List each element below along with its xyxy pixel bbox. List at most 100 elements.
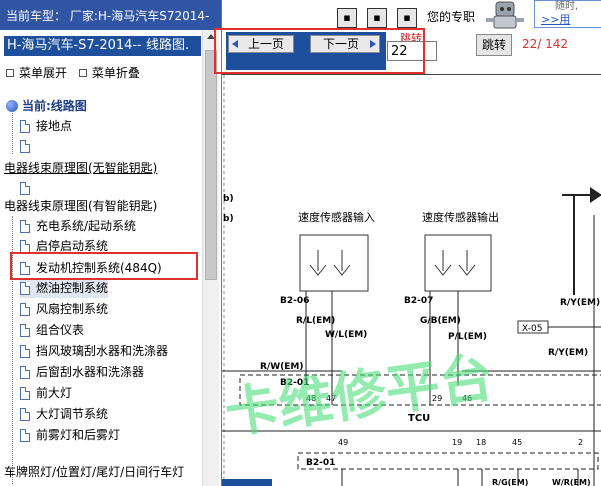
tree-item-label: 充电系统/起动系统 (36, 219, 137, 233)
wiring-diagram-svg: b) b) 速度传感器输入 速度传感器输出 B2-06 B2-07 R/L(EM… (222, 75, 601, 486)
left-panel: 当前车型： 厂家:H-海马汽车S72014- H-海马汽车-S7-2014-- … (0, 0, 221, 486)
toolbar-button-1[interactable]: ▪ (337, 8, 357, 28)
document-icon (20, 365, 30, 379)
tree-item-headlamp-leveling[interactable]: 大灯调节系统 (20, 404, 108, 424)
document-icon (20, 261, 30, 275)
collapse-icon (78, 68, 87, 77)
document-icon (20, 344, 30, 358)
next-page-button[interactable]: 下一页 (310, 35, 380, 53)
document-icon (20, 302, 30, 316)
tree-item-label: 风扇控制系统 (36, 302, 109, 316)
diagram-viewer: ▪ ▪ ▪ 您的专职 随时, >>用 上一页 下一页 跳转 22 跳转 22/ … (214, 0, 601, 486)
current-model-label: 当前车型： 厂家:H-海马汽车S72014- (6, 9, 210, 23)
login-link[interactable]: >>用 (541, 11, 570, 27)
tree-root-label: 当前:线路图 (22, 99, 87, 113)
document-icon (20, 219, 30, 233)
sensor-input-title: 速度传感器输入 (298, 210, 375, 224)
menu-expand-label: 菜单展开 (19, 66, 68, 80)
wire-label-pl: P/L(EM) (448, 332, 487, 342)
tree-item-blank-2[interactable] (20, 178, 36, 198)
document-icon (20, 428, 30, 442)
tree-item-blank[interactable] (20, 136, 36, 156)
tree-item-label: 后窗刮水器和洗涤器 (36, 365, 145, 379)
menu-expand-button[interactable]: 菜单展开 (6, 64, 67, 81)
top-toolbar: ▪ ▪ ▪ 您的专职 随时, >>用 (222, 0, 601, 32)
pin-19: 19 (452, 438, 462, 447)
toolbar-button-2[interactable]: ▪ (367, 8, 387, 28)
document-icon (20, 139, 30, 153)
tree-item-cluster[interactable]: 组合仪表 (20, 320, 84, 340)
menu-collapse-button[interactable]: 菜单折叠 (78, 64, 140, 81)
tree-item-harness-smart-key[interactable]: 电器线束原理图(有智能钥匙) (4, 196, 157, 216)
page-number-input[interactable] (387, 41, 437, 61)
tree-item-label: 挡风玻璃刮水器和洗涤器 (36, 344, 169, 358)
jump-button[interactable]: 跳转 (476, 34, 512, 56)
tree-item-engine-control[interactable]: 发动机控制系统(484Q) (20, 258, 162, 278)
document-icon (20, 181, 30, 195)
tree-scrollbar[interactable] (202, 30, 219, 486)
tree-guide (12, 216, 13, 484)
document-icon (20, 407, 30, 421)
tree-item-label: 大灯调节系统 (36, 407, 109, 421)
tree-item-harness-no-key[interactable]: 电器线束原理图(无智能钥匙) (4, 158, 157, 178)
document-icon (20, 239, 30, 253)
tree-item-rear-wiper[interactable]: 后窗刮水器和洗涤器 (20, 362, 144, 382)
bottom-tab (222, 479, 272, 486)
tree-item-plate-lamps[interactable]: 车牌照灯/位置灯/尾灯/日间行车灯 (4, 462, 184, 482)
scroll-thumb[interactable] (205, 50, 217, 280)
tree-root[interactable]: 当前:线路图 (6, 96, 87, 116)
document-icon (20, 281, 30, 295)
current-model-bar: 当前车型： 厂家:H-海马汽车S72014- (0, 0, 221, 30)
tree-item-ground[interactable]: 接地点 (20, 116, 72, 136)
tree-item-fuel-control[interactable]: 燃油控制系统 (20, 278, 109, 298)
tree-item-fog-lamps[interactable]: 前雾灯和后雾灯 (20, 425, 120, 445)
scroll-up-arrow-icon[interactable] (207, 34, 215, 39)
pin-49: 49 (338, 438, 348, 447)
document-icon (20, 119, 30, 133)
toolbar-button-3[interactable]: ▪ (397, 8, 417, 28)
prev-page-label: 上一页 (247, 37, 284, 51)
wire-label-ry1: R/Y(EM) (560, 298, 600, 308)
expert-text: 您的专职 (427, 10, 476, 24)
tree-item-fan-control[interactable]: 风扇控制系统 (20, 299, 108, 319)
document-icon (20, 323, 30, 337)
tree-guide (12, 110, 13, 154)
wire-label-rg: R/G(EM) (492, 478, 528, 486)
pin-18: 18 (476, 438, 486, 447)
menu-controls: 菜单展开 菜单折叠 (6, 64, 148, 81)
wire-label-wr: W/R(EM) (552, 478, 591, 486)
wire-label-wl: W/L(EM) (325, 330, 367, 340)
tree-item-front-wiper[interactable]: 挡风玻璃刮水器和洗涤器 (20, 341, 168, 361)
tree-item-label: 电器线束原理图(无智能钥匙) (4, 161, 158, 175)
tree-item-label: 前雾灯和后雾灯 (36, 428, 121, 442)
tree-item-label: 燃油控制系统 (36, 281, 109, 295)
globe-icon (6, 100, 18, 112)
label-b2: b) (223, 214, 234, 224)
navigation-tree: 当前:线路图 接地点 电器线束原理图(无智能钥匙) 电器线束原理图(有智能钥匙) (4, 96, 200, 486)
wire-label-ry2: R/Y(EM) (548, 348, 588, 358)
tree-item-headlamp[interactable]: 前大灯 (20, 383, 72, 403)
prev-page-button[interactable]: 上一页 (228, 35, 294, 53)
tree-item-label: 发动机控制系统(484Q) (36, 261, 162, 275)
tree-item-label: 前大灯 (36, 386, 73, 400)
tree-item-start-stop[interactable]: 启停启动系统 (20, 236, 108, 256)
page-count: 22/ 142 (522, 37, 569, 51)
lower-connector-block (297, 452, 599, 470)
login-box: 随时, >>用 (534, 0, 601, 28)
tree-item-label: 启停启动系统 (36, 239, 109, 253)
tree-item-label: 接地点 (36, 119, 73, 133)
document-icon (20, 386, 30, 400)
sensor-input-box (299, 234, 369, 292)
robot-mascot-icon (486, 1, 524, 29)
menu-collapse-label: 菜单折叠 (91, 66, 140, 80)
tree-item-label: 电器线束原理图(有智能钥匙) (4, 199, 158, 213)
expand-icon (6, 68, 14, 77)
sensor-output-box (424, 234, 492, 292)
pin-45: 45 (512, 438, 522, 447)
connector-b2-07: B2-07 (404, 296, 433, 306)
watermark: 卡维修平台 (222, 345, 497, 445)
sensor-output-title: 速度传感器输出 (422, 210, 499, 224)
tree-item-charging[interactable]: 充电系统/起动系统 (20, 216, 136, 236)
model-title[interactable]: H-海马汽车-S7-2014-- 线路图. (4, 36, 201, 56)
page-nav-panel: 上一页 下一页 (226, 32, 386, 70)
